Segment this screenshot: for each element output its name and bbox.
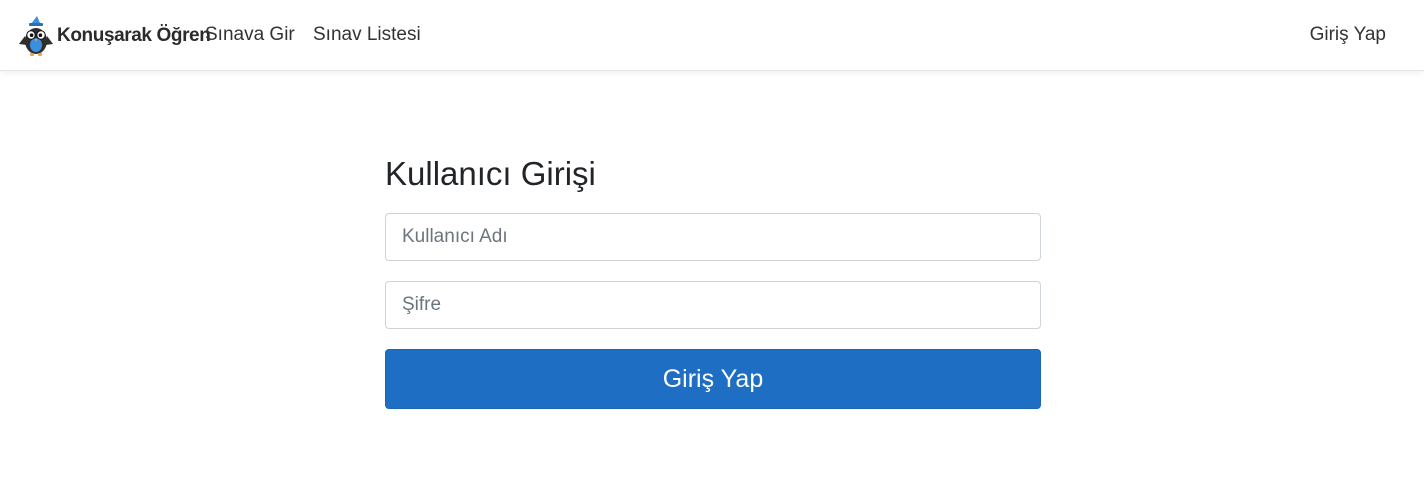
owl-mascot-icon — [19, 16, 53, 56]
nav-link-exam-list[interactable]: Sınav Listesi — [313, 24, 421, 46]
nav-link-take-exam[interactable]: Sınava Gir — [205, 24, 295, 46]
brand-name: Konuşarak Öğren — [57, 25, 211, 46]
top-navbar: Konuşarak Öğren Sınava Gir Sınav Listesi… — [0, 0, 1424, 71]
username-input[interactable] — [385, 213, 1041, 261]
login-title: Kullanıcı Girişi — [385, 155, 596, 192]
login-submit-button[interactable]: Giriş Yap — [385, 349, 1041, 409]
brand-home-link[interactable]: Konuşarak Öğren — [18, 14, 211, 58]
login-form: Kullanıcı Girişi Giriş Yap — [385, 150, 1041, 409]
password-input[interactable] — [385, 281, 1041, 329]
nav-link-login[interactable]: Giriş Yap — [1310, 24, 1386, 46]
